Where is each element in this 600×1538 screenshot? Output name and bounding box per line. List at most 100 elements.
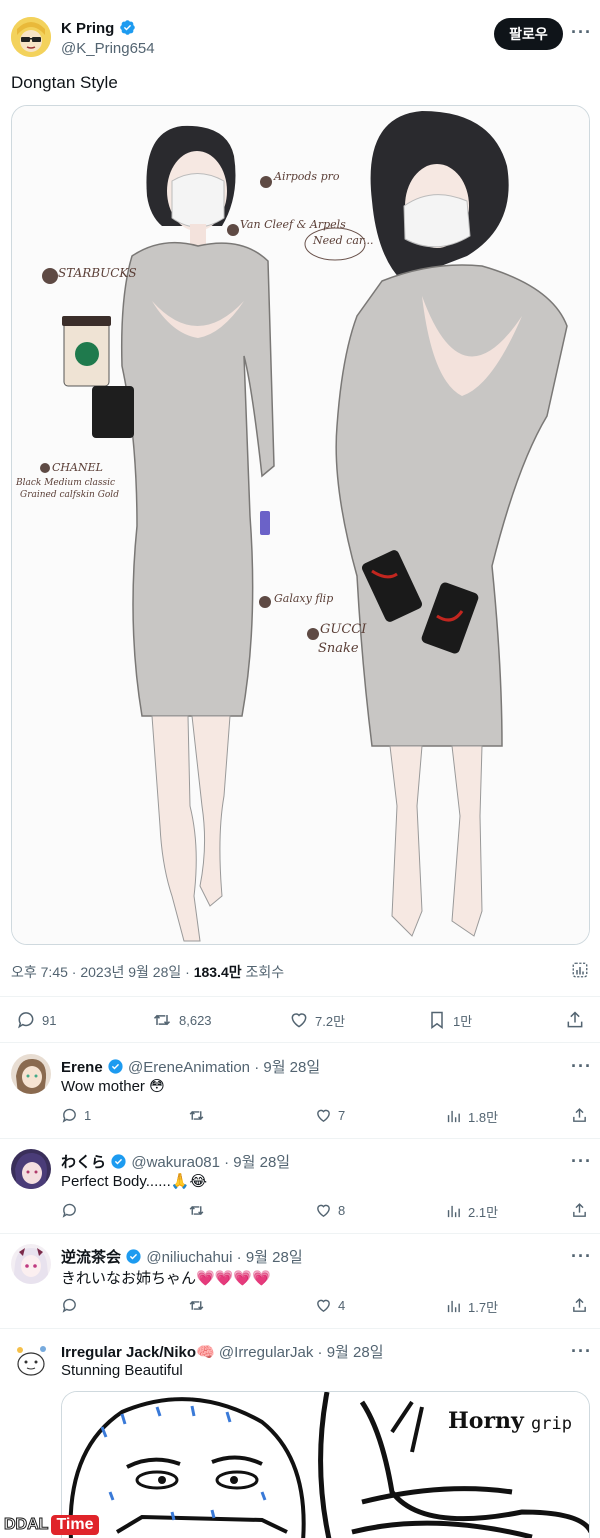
- note-chanel-desc2: Grained calfskin Gold: [20, 490, 119, 500]
- bookmark-icon: [431, 1011, 443, 1029]
- reply-header: わくら @wakura081 · 9월 28일: [61, 1151, 290, 1174]
- note-airpods: Airpods pro: [274, 170, 340, 183]
- share-button[interactable]: [571, 1202, 588, 1219]
- more-options-icon[interactable]: ···: [571, 1341, 592, 1362]
- view-count: 183.4만: [193, 964, 242, 980]
- views-count: 1.7만: [468, 1300, 499, 1315]
- reply-text: Wow mother 😳: [61, 1078, 165, 1095]
- views-icon: [447, 1205, 460, 1218]
- reply-author-handle[interactable]: @IrregularJak: [219, 1344, 313, 1361]
- reply-author-name[interactable]: Erene: [61, 1059, 103, 1076]
- reply-icon: [62, 1298, 76, 1313]
- like-button[interactable]: 7.2만: [289, 1010, 345, 1030]
- share-icon: [573, 1203, 586, 1217]
- reply-author-name[interactable]: 逆流茶会: [61, 1249, 121, 1266]
- watermark-logo: DDAL Time: [0, 1512, 99, 1538]
- heart-icon: [317, 1204, 330, 1218]
- analytics-icon[interactable]: [571, 961, 589, 984]
- like-count: 8: [338, 1203, 346, 1218]
- meme-caption-grip: grip: [531, 1414, 572, 1434]
- verified-badge-icon: [110, 1153, 127, 1174]
- retweet-button[interactable]: 8,623: [151, 1010, 212, 1030]
- share-icon: [573, 1298, 586, 1312]
- reply-button[interactable]: [61, 1297, 78, 1314]
- views-button[interactable]: 1.7만: [445, 1297, 498, 1316]
- more-options-icon[interactable]: ···: [571, 1246, 592, 1267]
- author-avatar[interactable]: [11, 17, 51, 57]
- like-button[interactable]: 4: [315, 1297, 345, 1314]
- reply-icon: [18, 1012, 34, 1029]
- reply-header: Erene @EreneAnimation · 9월 28일: [61, 1056, 320, 1079]
- like-button[interactable]: 8: [315, 1202, 345, 1219]
- reply-date[interactable]: · 9월 28일: [237, 1249, 303, 1266]
- note-chanel: CHANEL: [52, 461, 103, 474]
- reply-icon: [62, 1108, 76, 1123]
- bookmark-button[interactable]: 1만: [427, 1010, 472, 1030]
- reply-avatar[interactable]: [11, 1054, 51, 1094]
- more-options-icon[interactable]: ···: [571, 1056, 592, 1077]
- reply-author-handle[interactable]: @wakura081: [131, 1154, 220, 1171]
- note-vancleef: Van Cleef & Arpels: [240, 218, 346, 231]
- reply-author-handle[interactable]: @niliuchahui: [146, 1249, 232, 1266]
- like-count: 4: [338, 1298, 346, 1313]
- author-name-row[interactable]: K Pring: [61, 19, 136, 41]
- divider: [0, 1042, 600, 1043]
- more-options-icon[interactable]: ···: [571, 22, 592, 43]
- reply-author-name[interactable]: Irregular Jack/Niko🧠: [61, 1344, 215, 1361]
- reply-button[interactable]: 1: [61, 1107, 91, 1124]
- share-button[interactable]: [565, 1010, 585, 1030]
- note-galaxy: Galaxy flip: [274, 592, 334, 605]
- reply-author-name[interactable]: わくら: [61, 1154, 106, 1171]
- reply-media-image[interactable]: Horny grip: [61, 1391, 590, 1538]
- illustration-figures: [12, 106, 589, 944]
- retweet-icon: [189, 1205, 204, 1216]
- views-button[interactable]: 1.8만: [445, 1107, 498, 1126]
- retweet-icon: [189, 1110, 204, 1121]
- follow-button[interactable]: 팔로우: [494, 18, 563, 50]
- divider: [0, 1328, 600, 1329]
- retweet-count: 8,623: [179, 1012, 212, 1028]
- retweet-button[interactable]: [187, 1297, 206, 1314]
- reply-date[interactable]: · 9월 28일: [254, 1059, 320, 1076]
- reply-text: Stunning Beautiful: [61, 1362, 183, 1379]
- reply-date[interactable]: · 9월 28일: [224, 1154, 290, 1171]
- reply-avatar[interactable]: [11, 1244, 51, 1284]
- share-button[interactable]: [571, 1297, 588, 1314]
- retweet-button[interactable]: [187, 1107, 206, 1124]
- more-options-icon[interactable]: ···: [571, 1151, 592, 1172]
- note-gucci: GUCCI: [320, 622, 367, 637]
- reply-avatar[interactable]: [11, 1340, 51, 1380]
- reply-button[interactable]: 91: [16, 1010, 56, 1030]
- author-name[interactable]: K Pring: [61, 20, 114, 37]
- heart-icon: [317, 1299, 330, 1313]
- tweet-media-image[interactable]: Airpods pro Van Cleef & Arpels STARBUCKS…: [11, 105, 590, 945]
- heart-icon: [291, 1013, 307, 1028]
- share-icon: [573, 1108, 586, 1122]
- like-count: 7.2만: [315, 1013, 346, 1029]
- tweet-text: Dongtan Style: [11, 73, 118, 92]
- reply-text: Perfect Body......🙏😂: [61, 1173, 207, 1190]
- note-snake: Snake: [318, 641, 359, 656]
- tweet-timestamp[interactable]: 오후 7:45 · 2023년 9월 28일 ·: [11, 964, 194, 980]
- reply-date[interactable]: · 9월 28일: [318, 1344, 384, 1361]
- meme-caption-horny: Horny: [448, 1408, 524, 1434]
- retweet-icon: [153, 1014, 171, 1026]
- retweet-button[interactable]: [187, 1202, 206, 1219]
- views-button[interactable]: 2.1만: [445, 1202, 498, 1221]
- reply-text: きれいなお姉ちゃん💗💗💗💗: [61, 1270, 271, 1287]
- share-icon: [567, 1011, 583, 1028]
- like-button[interactable]: 7: [315, 1107, 345, 1124]
- verified-badge-icon: [125, 1248, 142, 1269]
- reply-avatar[interactable]: [11, 1149, 51, 1189]
- divider: [0, 1233, 600, 1234]
- verified-badge-icon: [107, 1058, 124, 1079]
- verified-badge-icon: [119, 19, 136, 41]
- views-icon: [447, 1300, 460, 1313]
- retweet-icon: [189, 1300, 204, 1311]
- author-handle[interactable]: @K_Pring654: [61, 40, 155, 57]
- reply-button[interactable]: [61, 1202, 78, 1219]
- share-button[interactable]: [571, 1107, 588, 1124]
- views-count: 1.8만: [468, 1110, 499, 1125]
- reply-author-handle[interactable]: @EreneAnimation: [128, 1059, 250, 1076]
- note-chanel-desc1: Black Medium classic: [16, 478, 116, 488]
